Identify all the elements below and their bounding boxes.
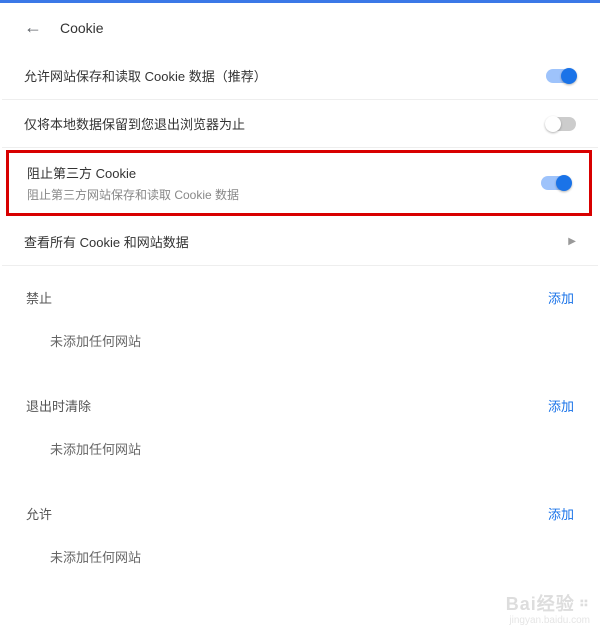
- toggle-knob: [561, 68, 577, 84]
- toggle-session-only[interactable]: [546, 117, 576, 131]
- section-header-block: 禁止 添加: [2, 266, 598, 315]
- row-allow-save-cookies[interactable]: 允许网站保存和读取 Cookie 数据（推荐）: [2, 52, 598, 100]
- toggle-allow-save[interactable]: [546, 69, 576, 83]
- row-block-third-party[interactable]: 阻止第三方 Cookie 阻止第三方网站保存和读取 Cookie 数据: [9, 153, 589, 213]
- row-sublabel: 阻止第三方网站保存和读取 Cookie 数据: [27, 186, 541, 203]
- highlight-block-third-party: 阻止第三方 Cookie 阻止第三方网站保存和读取 Cookie 数据: [6, 150, 592, 216]
- add-block-button[interactable]: 添加: [548, 288, 574, 307]
- page-header: ← Cookie: [0, 3, 600, 52]
- section-label: 禁止: [26, 288, 52, 307]
- row-view-all-cookies[interactable]: 查看所有 Cookie 和网站数据 ▶: [2, 218, 598, 266]
- watermark-url: jingyan.baidu.com: [506, 615, 590, 626]
- section-header-allow: 允许 添加: [2, 482, 598, 531]
- watermark-brand: Bai: [506, 594, 537, 614]
- add-allow-button[interactable]: 添加: [548, 504, 574, 523]
- row-label: 阻止第三方 Cookie: [27, 163, 541, 182]
- toggle-block-third-party[interactable]: [541, 176, 571, 190]
- section-block-empty: 未添加任何网站: [2, 315, 598, 374]
- watermark: Bai经验 ⠶ jingyan.baidu.com: [506, 595, 590, 626]
- toggle-knob: [545, 116, 561, 132]
- toggle-knob: [556, 175, 572, 191]
- section-clear-empty: 未添加任何网站: [2, 423, 598, 482]
- watermark-brand2: 经验: [537, 594, 575, 614]
- row-session-only[interactable]: 仅将本地数据保留到您退出浏览器为止: [2, 100, 598, 148]
- paw-icon: ⠶: [579, 595, 590, 610]
- row-label: 查看所有 Cookie 和网站数据: [24, 232, 568, 251]
- add-clear-button[interactable]: 添加: [548, 396, 574, 415]
- section-label: 退出时清除: [26, 396, 91, 415]
- row-label: 仅将本地数据保留到您退出浏览器为止: [24, 114, 546, 133]
- section-label: 允许: [26, 504, 52, 523]
- chevron-right-icon: ▶: [568, 236, 576, 247]
- section-header-clear: 退出时清除 添加: [2, 374, 598, 423]
- settings-content: 允许网站保存和读取 Cookie 数据（推荐） 仅将本地数据保留到您退出浏览器为…: [0, 52, 600, 590]
- back-arrow-icon[interactable]: ←: [24, 17, 42, 38]
- section-allow-empty: 未添加任何网站: [2, 531, 598, 590]
- page-title: Cookie: [60, 20, 104, 36]
- row-label: 允许网站保存和读取 Cookie 数据（推荐）: [24, 66, 546, 85]
